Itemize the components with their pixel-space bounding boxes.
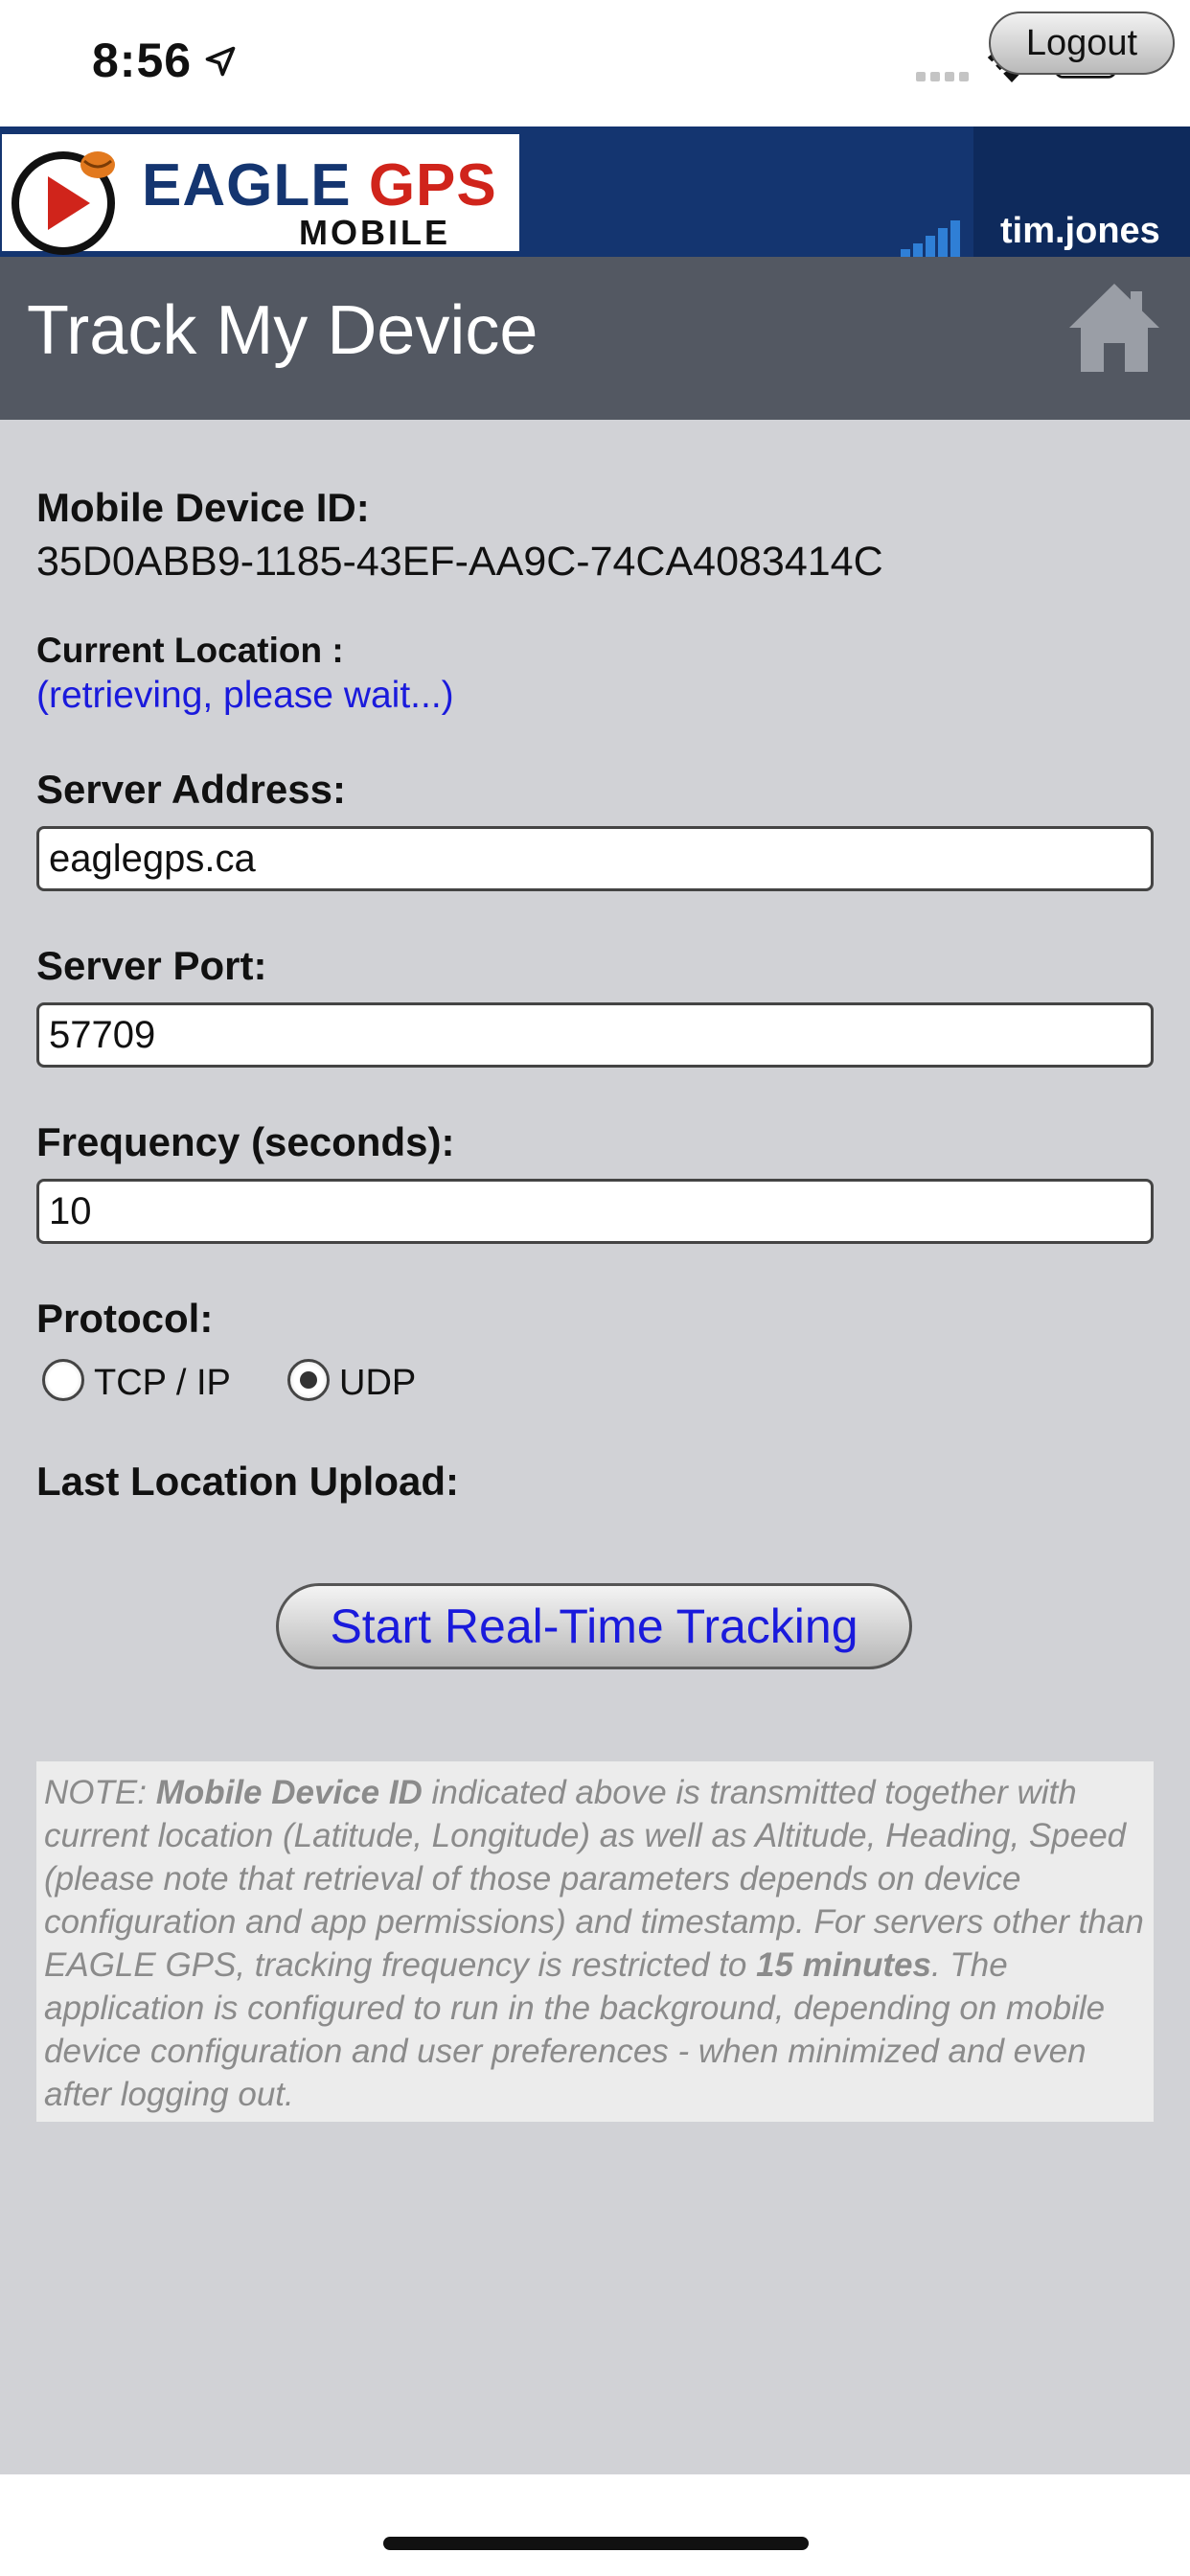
frequency-input[interactable]: 10 (36, 1179, 1154, 1244)
note-prefix: NOTE: (44, 1774, 156, 1811)
note-device-id: Mobile Device ID (155, 1774, 423, 1811)
signal-strength-icon (901, 220, 960, 257)
home-indicator-area (0, 2474, 1190, 2576)
logo-mobile-text: MOBILE (299, 213, 450, 252)
server-address-input[interactable]: eaglegps.ca (36, 826, 1154, 891)
last-upload-label: Last Location Upload: (36, 1459, 459, 1504)
protocol-udp-label[interactable]: UDP (339, 1363, 416, 1404)
server-port-label: Server Port: (36, 943, 267, 988)
device-id-label: Mobile Device ID: (36, 485, 370, 530)
play-logo-icon (11, 151, 115, 255)
logo-gps-text: GPS (368, 152, 497, 218)
home-icon[interactable] (1067, 280, 1161, 376)
protocol-udp-radio[interactable] (287, 1359, 330, 1401)
protocol-tcp-radio[interactable] (42, 1359, 84, 1401)
protocol-label: Protocol: (36, 1296, 214, 1341)
track-device-form (0, 420, 1190, 2474)
server-address-label: Server Address: (36, 767, 346, 812)
device-id-value: 35D0ABB9-1185-43EF-AA9C-74CA4083414C (36, 539, 883, 585)
eagle-gps-logo: EAGLE GPS MOBILE (2, 134, 519, 255)
username-label: tim.jones (1000, 211, 1160, 251)
server-port-input[interactable]: 57709 (36, 1002, 1154, 1068)
logo-text: EAGLE GPS (142, 151, 497, 219)
cellular-signal-icon (916, 69, 973, 86)
start-tracking-button[interactable]: Start Real-Time Tracking (276, 1583, 912, 1669)
protocol-tcp-label[interactable]: TCP / IP (94, 1363, 231, 1404)
frequency-label: Frequency (seconds): (36, 1119, 455, 1164)
location-arrow-icon (205, 46, 236, 77)
current-location-label: Current Location : (36, 631, 344, 670)
logo-eagle-text: EAGLE (142, 152, 352, 218)
home-indicator[interactable] (383, 2537, 809, 2550)
note-box: NOTE: Mobile Device ID indicated above i… (36, 1761, 1154, 2122)
status-time: 8:56 (92, 34, 193, 87)
page-title: Track My Device (27, 292, 538, 369)
current-location-value: (retrieving, please wait...) (36, 675, 454, 716)
note-frequency: 15 minutes (756, 1946, 931, 1984)
logout-button[interactable]: Logout (989, 12, 1175, 75)
